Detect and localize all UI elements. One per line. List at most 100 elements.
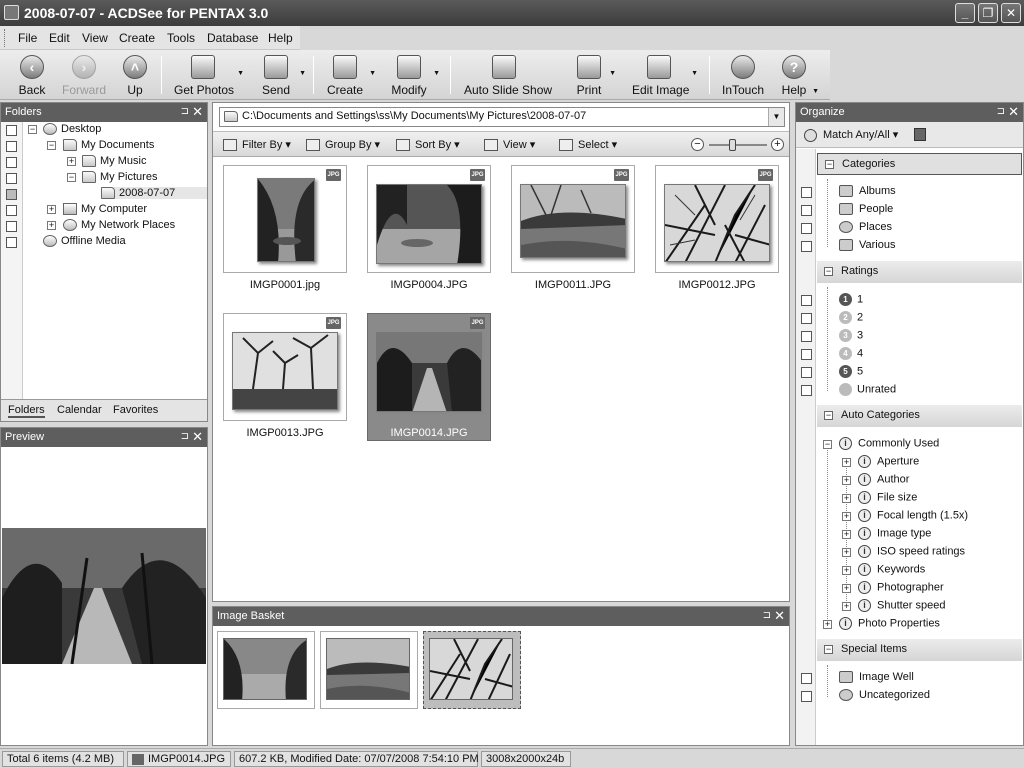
tree-item-desktop[interactable]: Desktop xyxy=(43,123,101,136)
slider-thumb[interactable] xyxy=(729,139,737,151)
app-camera-icon[interactable] xyxy=(4,5,19,20)
category-places[interactable]: Places xyxy=(839,221,892,234)
folder-checkbox[interactable] xyxy=(6,125,17,136)
close-icon[interactable]: ✕ xyxy=(192,104,203,120)
auto-shutter-speed[interactable]: i Shutter speed xyxy=(858,599,946,612)
menu-help[interactable]: Help xyxy=(268,31,293,45)
auto-file-size[interactable]: i File size xyxy=(858,491,917,504)
rating-checkbox[interactable] xyxy=(801,367,812,378)
dropdown-arrow-icon[interactable]: ▼ xyxy=(369,70,376,77)
intouch-button[interactable]: InTouch xyxy=(722,50,764,100)
dropdown-arrow-icon[interactable]: ▼ xyxy=(691,70,698,77)
collapse-icon[interactable]: − xyxy=(28,125,37,134)
menu-edit[interactable]: Edit xyxy=(49,31,70,45)
print-button[interactable]: Print ▼ xyxy=(574,50,616,100)
thumbnail-card[interactable]: JPG xyxy=(223,313,347,421)
thumbnail-card[interactable]: JPG xyxy=(511,165,635,273)
rating-checkbox[interactable] xyxy=(801,295,812,306)
pin-icon[interactable]: ⊐ xyxy=(997,106,1005,117)
expand-icon[interactable]: + xyxy=(842,566,851,575)
dropdown-arrow-icon[interactable]: ▼ xyxy=(237,70,244,77)
get-photos-button[interactable]: Get Photos ▼ xyxy=(174,50,244,100)
rating-checkbox[interactable] xyxy=(801,313,812,324)
basket-item[interactable] xyxy=(217,631,315,709)
tree-item-my-computer[interactable]: My Computer xyxy=(63,203,147,216)
folder-checkbox[interactable] xyxy=(6,205,17,216)
maximize-button[interactable]: ❐ xyxy=(978,3,998,23)
rating-2[interactable]: 22 xyxy=(839,311,863,324)
toolbar-overflow-icon[interactable]: ▼ xyxy=(812,88,819,95)
rating-5[interactable]: 55 xyxy=(839,365,863,378)
category-checkbox[interactable] xyxy=(801,205,812,216)
collapse-icon[interactable]: − xyxy=(824,645,833,654)
folder-checkbox[interactable] xyxy=(6,189,17,200)
edit-image-button[interactable]: Edit Image ▼ xyxy=(632,50,698,100)
thumbnail-card[interactable]: JPG xyxy=(655,165,779,273)
expand-icon[interactable]: + xyxy=(823,620,832,629)
group-by-button[interactable]: Group By ▾ xyxy=(306,138,380,152)
expand-icon[interactable]: + xyxy=(842,530,851,539)
zoom-in-icon[interactable]: + xyxy=(771,138,784,151)
auto-photographer[interactable]: i Photographer xyxy=(858,581,944,594)
dropdown-arrow-icon[interactable]: ▼ xyxy=(433,70,440,77)
up-button[interactable]: ˄ Up xyxy=(118,50,152,100)
expand-icon[interactable]: + xyxy=(47,205,56,214)
tree-item-my-network-places[interactable]: My Network Places xyxy=(63,219,175,232)
sort-by-button[interactable]: Sort By ▾ xyxy=(396,138,460,152)
folder-checkbox[interactable] xyxy=(6,221,17,232)
expand-icon[interactable]: + xyxy=(47,221,56,230)
close-icon[interactable]: ✕ xyxy=(774,608,785,624)
rating-3[interactable]: 33 xyxy=(839,329,863,342)
special-uncategorized[interactable]: Uncategorized xyxy=(839,689,930,702)
send-button[interactable]: Send ▼ xyxy=(258,50,306,100)
auto-image-type[interactable]: i Image type xyxy=(858,527,931,540)
auto-photo-properties[interactable]: i Photo Properties xyxy=(839,617,940,630)
menu-file[interactable]: File xyxy=(18,31,37,45)
collapse-icon[interactable]: − xyxy=(825,160,834,169)
pin-icon[interactable]: ⊐ xyxy=(181,431,189,442)
path-bar[interactable]: C:\Documents and Settings\ss\My Document… xyxy=(219,107,785,127)
collapse-icon[interactable]: − xyxy=(823,440,832,449)
section-ratings[interactable]: − Ratings xyxy=(817,261,1022,283)
special-item-checkbox[interactable] xyxy=(801,673,812,684)
section-special-items[interactable]: − Special Items xyxy=(817,639,1022,661)
basket-item-selected[interactable] xyxy=(423,631,521,709)
category-checkbox[interactable] xyxy=(801,223,812,234)
modify-button[interactable]: Modify ▼ xyxy=(390,50,440,100)
menu-view[interactable]: View xyxy=(82,31,108,45)
expand-icon[interactable]: + xyxy=(842,548,851,557)
path-dropdown-icon[interactable]: ▼ xyxy=(768,108,784,126)
expand-icon[interactable]: + xyxy=(842,512,851,521)
special-image-well[interactable]: Image Well xyxy=(839,671,914,684)
filter-by-button[interactable]: Filter By ▾ xyxy=(223,138,291,152)
forward-button[interactable]: › Forward xyxy=(62,50,106,100)
category-checkbox[interactable] xyxy=(801,187,812,198)
close-icon[interactable]: ✕ xyxy=(192,429,203,445)
rating-checkbox[interactable] xyxy=(801,349,812,360)
select-button[interactable]: Select ▾ xyxy=(559,138,617,152)
auto-iso-speed-ratings[interactable]: i ISO speed ratings xyxy=(858,545,965,558)
rating-4[interactable]: 44 xyxy=(839,347,863,360)
tab-calendar[interactable]: Calendar xyxy=(57,404,102,416)
pin-icon[interactable]: ⊐ xyxy=(181,106,189,117)
tree-item-2008-07-07[interactable]: 2008-07-07 xyxy=(101,187,207,200)
collapse-icon[interactable]: − xyxy=(47,141,56,150)
tree-item-my-documents[interactable]: My Documents xyxy=(63,139,154,152)
folder-checkbox[interactable] xyxy=(6,141,17,152)
rating-unrated[interactable]: Unrated xyxy=(839,383,896,396)
rating-1[interactable]: 11 xyxy=(839,293,863,306)
tab-favorites[interactable]: Favorites xyxy=(113,404,158,416)
section-categories[interactable]: − Categories xyxy=(817,153,1022,175)
thumbnail-card[interactable]: JPG xyxy=(223,165,347,273)
collapse-icon[interactable]: − xyxy=(67,173,76,182)
rating-checkbox[interactable] xyxy=(801,331,812,342)
zoom-out-icon[interactable]: − xyxy=(691,138,704,151)
auto-commonly-used[interactable]: i Commonly Used xyxy=(839,437,939,450)
section-auto-categories[interactable]: − Auto Categories xyxy=(817,405,1022,427)
close-button[interactable]: ✕ xyxy=(1001,3,1021,23)
menu-create[interactable]: Create xyxy=(119,31,155,45)
minimize-button[interactable]: _ xyxy=(955,3,975,23)
collapse-icon[interactable]: − xyxy=(824,267,833,276)
dropdown-arrow-icon[interactable]: ▼ xyxy=(609,70,616,77)
tree-item-offline-media[interactable]: Offline Media xyxy=(43,235,126,248)
